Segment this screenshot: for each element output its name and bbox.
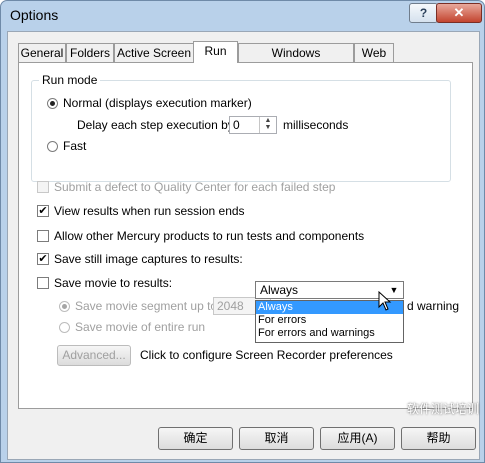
delay-label: Delay each step execution by: — [77, 118, 238, 132]
segment-value: 2048 — [217, 299, 244, 313]
delay-unit: milliseconds — [283, 118, 349, 132]
tab-windows-applications[interactable]: Windows Applications — [238, 43, 354, 78]
window-title: Options — [10, 7, 59, 23]
options-dialog: Options ? ✕ General Folders Active Scree… — [0, 0, 485, 463]
save-movie-checkbox[interactable] — [37, 277, 49, 289]
check-icon: ✔ — [38, 253, 48, 265]
help-button[interactable]: 帮助 — [401, 427, 476, 450]
save-still-label: Save still image captures to results: — [54, 252, 243, 266]
spin-up-icon[interactable]: ▲ — [260, 117, 276, 124]
dialog-client-area: General Folders Active Screen Run Window… — [7, 31, 480, 460]
segment-label: Save movie segment up to — [75, 299, 218, 313]
view-results-checkbox[interactable]: ✔ — [37, 205, 49, 217]
save-movie-label: Save movie to results: — [54, 276, 173, 290]
entire-run-label: Save movie of entire run — [75, 320, 206, 334]
advanced-button[interactable]: Advanced... — [57, 345, 131, 366]
check-icon: ✔ — [38, 205, 48, 217]
allow-other-checkbox[interactable] — [37, 230, 49, 242]
save-still-checkbox[interactable]: ✔ — [37, 253, 49, 265]
tab-run[interactable]: Run — [193, 41, 238, 63]
spin-down-icon[interactable]: ▼ — [260, 124, 276, 131]
delay-stepper[interactable]: 0 ▲ ▼ — [229, 116, 277, 134]
allow-other-label: Allow other Mercury products to run test… — [54, 229, 365, 243]
ok-button[interactable]: 确定 — [158, 427, 233, 450]
watermark: 软件测试培训 — [406, 402, 479, 416]
segment-radio[interactable] — [59, 301, 70, 312]
run-mode-title: Run mode — [39, 73, 101, 87]
view-results-label: View results when run session ends — [54, 204, 245, 218]
tab-general[interactable]: General — [18, 43, 66, 62]
segment-suffix: d warning — [407, 299, 460, 313]
delay-value: 0 — [233, 118, 240, 132]
apply-button[interactable]: 应用(A) — [320, 427, 395, 450]
title-bar: Options ? ✕ — [1, 1, 484, 31]
tab-web[interactable]: Web — [354, 43, 394, 62]
submit-defect-checkbox[interactable] — [37, 181, 49, 193]
tab-folders[interactable]: Folders — [66, 43, 114, 62]
fast-label: Fast — [63, 139, 87, 153]
fast-radio[interactable] — [47, 141, 58, 152]
delay-spin-arrows[interactable]: ▲ ▼ — [259, 117, 276, 133]
cancel-button[interactable]: 取消 — [239, 427, 314, 450]
capture-combo-value: Always — [260, 283, 299, 297]
run-tab-panel: Run mode Normal (displays execution mark… — [18, 62, 473, 409]
help-title-button[interactable]: ? — [409, 3, 438, 23]
entire-run-radio[interactable] — [59, 322, 70, 333]
normal-radio[interactable] — [47, 98, 58, 109]
submit-defect-label: Submit a defect to Quality Center for ea… — [54, 180, 336, 194]
dropdown-option-for-errors[interactable]: For errors — [256, 314, 403, 327]
mouse-cursor-icon — [378, 291, 392, 311]
tab-active-screen[interactable]: Active Screen — [114, 43, 194, 62]
advanced-hint: Click to configure Screen Recorder prefe… — [140, 348, 393, 362]
close-button[interactable]: ✕ — [436, 3, 482, 23]
normal-label: Normal (displays execution marker) — [63, 96, 252, 110]
dropdown-option-errors-warnings[interactable]: For errors and warnings — [256, 327, 403, 340]
